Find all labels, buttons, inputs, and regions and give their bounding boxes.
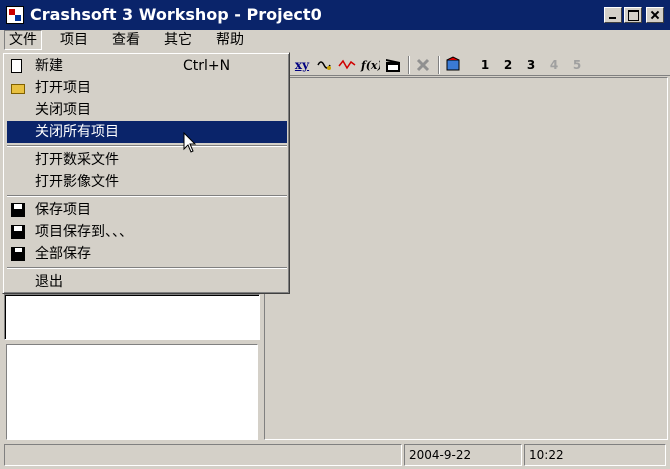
wave-tool-icon[interactable] [316, 56, 334, 74]
shortcut-label: Ctrl+N [183, 58, 231, 74]
status-bar: 2004-9-22 10:22 [0, 442, 670, 469]
screen-tool-icon[interactable] [444, 56, 462, 74]
toolbar-separator [408, 56, 410, 74]
view-2-button[interactable]: 2 [501, 56, 515, 74]
menu-bar: 文件 项目 查看 其它 帮助 [0, 30, 670, 52]
toolbar-separator [438, 56, 440, 74]
save-as-disk-icon [11, 225, 25, 239]
menu-item-save-all[interactable]: 全部保存 [7, 243, 287, 265]
minimize-button[interactable] [604, 7, 622, 23]
menu-separator [7, 267, 287, 269]
menu-view[interactable]: 查看 [108, 30, 144, 50]
delete-icon[interactable] [414, 56, 432, 74]
window-title: Crashsoft 3 Workshop - Project0 [30, 5, 322, 24]
menu-item-new[interactable]: 新建 Ctrl+N [7, 55, 287, 77]
save-all-icon [11, 247, 25, 261]
menu-project[interactable]: 项目 [56, 30, 92, 50]
menu-item-exit[interactable]: 退出 [7, 271, 287, 293]
menu-separator [7, 145, 287, 147]
svg-text:f(x): f(x) [360, 59, 380, 72]
curve-tool-icon[interactable] [338, 56, 356, 74]
menu-item-open-data-file[interactable]: 打开数采文件 [7, 149, 287, 171]
menu-item-save-project-as[interactable]: 项目保存到、、、 [7, 221, 287, 243]
view-3-button[interactable]: 3 [524, 56, 538, 74]
menu-help[interactable]: 帮助 [212, 30, 248, 50]
menu-item-close-all-projects[interactable]: 关闭所有项目 [7, 121, 287, 143]
function-tool-icon[interactable]: f(x) [360, 56, 383, 74]
view-5-button[interactable]: 5 [570, 56, 584, 74]
menu-item-open-image-file[interactable]: 打开影像文件 [7, 171, 287, 193]
main-work-area[interactable] [264, 77, 668, 440]
menu-separator [7, 195, 287, 197]
mouse-cursor-icon [183, 131, 197, 154]
status-message [4, 444, 402, 466]
maximize-button[interactable] [624, 7, 642, 23]
status-date: 2004-9-22 [404, 444, 522, 466]
status-time: 10:22 [524, 444, 666, 466]
menu-item-open-project[interactable]: 打开项目 [7, 77, 287, 99]
menu-other[interactable]: 其它 [160, 30, 196, 50]
xy-plot-button[interactable]: xy [292, 56, 312, 74]
properties-panel[interactable] [6, 344, 258, 440]
save-disk-icon [11, 203, 25, 217]
title-bar[interactable]: Crashsoft 3 Workshop - Project0 [0, 0, 670, 30]
toolbar: xy f(x) 1 2 3 4 5 [290, 54, 670, 76]
view-1-button[interactable]: 1 [478, 56, 492, 74]
close-button[interactable] [646, 7, 664, 23]
menu-item-close-project[interactable]: 关闭项目 [7, 99, 287, 121]
clapper-icon[interactable] [384, 56, 402, 74]
open-folder-icon [11, 84, 25, 94]
file-menu-dropdown: 新建 Ctrl+N 打开项目 关闭项目 关闭所有项目 打开数采文件 打开影像文件… [2, 52, 290, 294]
menu-file[interactable]: 文件 [4, 30, 42, 50]
new-file-icon [11, 59, 22, 73]
app-icon[interactable] [6, 6, 24, 24]
view-4-button[interactable]: 4 [547, 56, 561, 74]
project-panel[interactable] [4, 294, 260, 340]
menu-item-save-project[interactable]: 保存项目 [7, 199, 287, 221]
